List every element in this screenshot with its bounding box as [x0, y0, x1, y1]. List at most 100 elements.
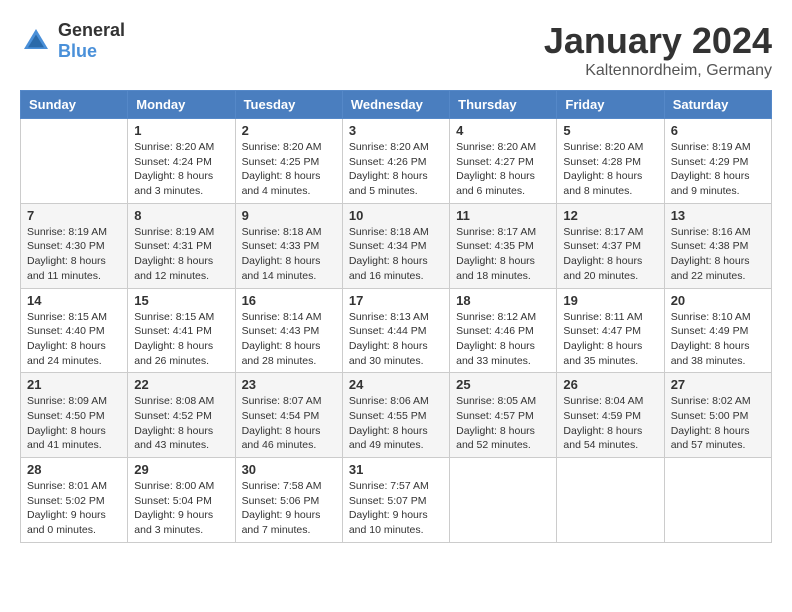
calendar-cell: [664, 458, 771, 543]
day-number: 12: [563, 208, 657, 223]
title-area: January 2024 Kaltennordheim, Germany: [544, 20, 772, 80]
calendar-cell: 27 Sunrise: 8:02 AMSunset: 5:00 PMDayligh…: [664, 373, 771, 458]
calendar-cell: 23 Sunrise: 8:07 AMSunset: 4:54 PMDayligh…: [235, 373, 342, 458]
day-info: Sunrise: 7:57 AMSunset: 5:07 PMDaylight:…: [349, 479, 443, 538]
week-row-1: 1 Sunrise: 8:20 AMSunset: 4:24 PMDaylight…: [21, 119, 772, 204]
day-number: 3: [349, 123, 443, 138]
day-info: Sunrise: 8:16 AMSunset: 4:38 PMDaylight:…: [671, 225, 765, 284]
calendar-cell: 14 Sunrise: 8:15 AMSunset: 4:40 PMDayligh…: [21, 288, 128, 373]
day-info: Sunrise: 8:15 AMSunset: 4:40 PMDaylight:…: [27, 310, 121, 369]
calendar-table: SundayMondayTuesdayWednesdayThursdayFrid…: [20, 90, 772, 543]
calendar-cell: 25 Sunrise: 8:05 AMSunset: 4:57 PMDayligh…: [450, 373, 557, 458]
day-number: 15: [134, 293, 228, 308]
day-info: Sunrise: 8:12 AMSunset: 4:46 PMDaylight:…: [456, 310, 550, 369]
day-info: Sunrise: 8:06 AMSunset: 4:55 PMDaylight:…: [349, 394, 443, 453]
calendar-cell: 26Sunrise: 8:04 AMSunset: 4:59 PMDayligh…: [557, 373, 664, 458]
day-number: 4: [456, 123, 550, 138]
day-number: 6: [671, 123, 765, 138]
calendar-cell: 24 Sunrise: 8:06 AMSunset: 4:55 PMDayligh…: [342, 373, 449, 458]
calendar-cell: 3 Sunrise: 8:20 AMSunset: 4:26 PMDaylight…: [342, 119, 449, 204]
header-day-thursday: Thursday: [450, 91, 557, 119]
calendar-cell: 7Sunrise: 8:19 AMSunset: 4:30 PMDaylight…: [21, 203, 128, 288]
logo-icon: [20, 25, 52, 57]
calendar-cell: 1 Sunrise: 8:20 AMSunset: 4:24 PMDaylight…: [128, 119, 235, 204]
day-info: Sunrise: 8:05 AMSunset: 4:57 PMDaylight:…: [456, 394, 550, 453]
day-number: 29: [134, 462, 228, 477]
day-number: 11: [456, 208, 550, 223]
day-info: Sunrise: 8:20 AMSunset: 4:28 PMDaylight:…: [563, 140, 657, 199]
day-number: 20: [671, 293, 765, 308]
day-number: 17: [349, 293, 443, 308]
day-number: 9: [242, 208, 336, 223]
day-number: 14: [27, 293, 121, 308]
calendar-cell: 4 Sunrise: 8:20 AMSunset: 4:27 PMDaylight…: [450, 119, 557, 204]
calendar-cell: 2Sunrise: 8:20 AMSunset: 4:25 PMDaylight…: [235, 119, 342, 204]
calendar-cell: 5 Sunrise: 8:20 AMSunset: 4:28 PMDaylight…: [557, 119, 664, 204]
day-info: Sunrise: 8:18 AMSunset: 4:34 PMDaylight:…: [349, 225, 443, 284]
day-info: Sunrise: 8:20 AMSunset: 4:26 PMDaylight:…: [349, 140, 443, 199]
calendar-cell: 20 Sunrise: 8:10 AMSunset: 4:49 PMDayligh…: [664, 288, 771, 373]
day-info: Sunrise: 8:10 AMSunset: 4:49 PMDaylight:…: [671, 310, 765, 369]
day-number: 27: [671, 377, 765, 392]
header-day-tuesday: Tuesday: [235, 91, 342, 119]
day-number: 13: [671, 208, 765, 223]
calendar-cell: 6 Sunrise: 8:19 AMSunset: 4:29 PMDaylight…: [664, 119, 771, 204]
day-number: 24: [349, 377, 443, 392]
calendar-cell: 11Sunrise: 8:17 AMSunset: 4:35 PMDayligh…: [450, 203, 557, 288]
day-number: 22: [134, 377, 228, 392]
day-info: Sunrise: 8:18 AMSunset: 4:33 PMDaylight:…: [242, 225, 336, 284]
day-info: Sunrise: 8:09 AMSunset: 4:50 PMDaylight:…: [27, 394, 121, 453]
day-info: Sunrise: 8:01 AMSunset: 5:02 PMDaylight:…: [27, 479, 121, 538]
day-number: 1: [134, 123, 228, 138]
calendar-cell: 17 Sunrise: 8:13 AMSunset: 4:44 PMDayligh…: [342, 288, 449, 373]
day-number: 25: [456, 377, 550, 392]
day-number: 10: [349, 208, 443, 223]
calendar-cell: 15 Sunrise: 8:15 AMSunset: 4:41 PMDayligh…: [128, 288, 235, 373]
day-number: 30: [242, 462, 336, 477]
header-day-monday: Monday: [128, 91, 235, 119]
day-number: 18: [456, 293, 550, 308]
day-info: Sunrise: 8:15 AMSunset: 4:41 PMDaylight:…: [134, 310, 228, 369]
day-info: Sunrise: 8:19 AMSunset: 4:29 PMDaylight:…: [671, 140, 765, 199]
calendar-cell: 29 Sunrise: 8:00 AMSunset: 5:04 PMDayligh…: [128, 458, 235, 543]
location-title: Kaltennordheim, Germany: [544, 62, 772, 80]
day-info: Sunrise: 8:20 AMSunset: 4:25 PMDaylight:…: [242, 140, 336, 199]
calendar-cell: 30Sunrise: 7:58 AMSunset: 5:06 PMDayligh…: [235, 458, 342, 543]
calendar-cell: 18 Sunrise: 8:12 AMSunset: 4:46 PMDayligh…: [450, 288, 557, 373]
day-info: Sunrise: 8:08 AMSunset: 4:52 PMDaylight:…: [134, 394, 228, 453]
calendar-cell: [450, 458, 557, 543]
day-info: Sunrise: 8:02 AMSunset: 5:00 PMDaylight:…: [671, 394, 765, 453]
day-info: Sunrise: 8:04 AMSunset: 4:59 PMDaylight:…: [563, 394, 657, 453]
header-day-sunday: Sunday: [21, 91, 128, 119]
day-info: Sunrise: 8:11 AMSunset: 4:47 PMDaylight:…: [563, 310, 657, 369]
day-info: Sunrise: 8:20 AMSunset: 4:27 PMDaylight:…: [456, 140, 550, 199]
day-number: 23: [242, 377, 336, 392]
header-day-saturday: Saturday: [664, 91, 771, 119]
day-info: Sunrise: 8:07 AMSunset: 4:54 PMDaylight:…: [242, 394, 336, 453]
day-number: 28: [27, 462, 121, 477]
calendar-header-row: SundayMondayTuesdayWednesdayThursdayFrid…: [21, 91, 772, 119]
day-number: 16: [242, 293, 336, 308]
header-day-friday: Friday: [557, 91, 664, 119]
calendar-cell: 22 Sunrise: 8:08 AMSunset: 4:52 PMDayligh…: [128, 373, 235, 458]
logo: General Blue: [20, 20, 125, 62]
week-row-3: 14 Sunrise: 8:15 AMSunset: 4:40 PMDayligh…: [21, 288, 772, 373]
header: General Blue January 2024 Kaltennordheim…: [20, 20, 772, 80]
calendar-cell: 10 Sunrise: 8:18 AMSunset: 4:34 PMDayligh…: [342, 203, 449, 288]
day-info: Sunrise: 8:13 AMSunset: 4:44 PMDaylight:…: [349, 310, 443, 369]
calendar-cell: 8Sunrise: 8:19 AMSunset: 4:31 PMDaylight…: [128, 203, 235, 288]
month-title: January 2024: [544, 20, 772, 62]
day-number: 21: [27, 377, 121, 392]
calendar-cell: [557, 458, 664, 543]
calendar-cell: 21 Sunrise: 8:09 AMSunset: 4:50 PMDayligh…: [21, 373, 128, 458]
day-number: 7: [27, 208, 121, 223]
day-number: 19: [563, 293, 657, 308]
week-row-2: 7Sunrise: 8:19 AMSunset: 4:30 PMDaylight…: [21, 203, 772, 288]
logo-text: General Blue: [58, 20, 125, 62]
day-info: Sunrise: 8:00 AMSunset: 5:04 PMDaylight:…: [134, 479, 228, 538]
day-number: 5: [563, 123, 657, 138]
day-info: Sunrise: 8:20 AMSunset: 4:24 PMDaylight:…: [134, 140, 228, 199]
calendar-cell: 16Sunrise: 8:14 AMSunset: 4:43 PMDayligh…: [235, 288, 342, 373]
header-day-wednesday: Wednesday: [342, 91, 449, 119]
week-row-4: 21 Sunrise: 8:09 AMSunset: 4:50 PMDayligh…: [21, 373, 772, 458]
